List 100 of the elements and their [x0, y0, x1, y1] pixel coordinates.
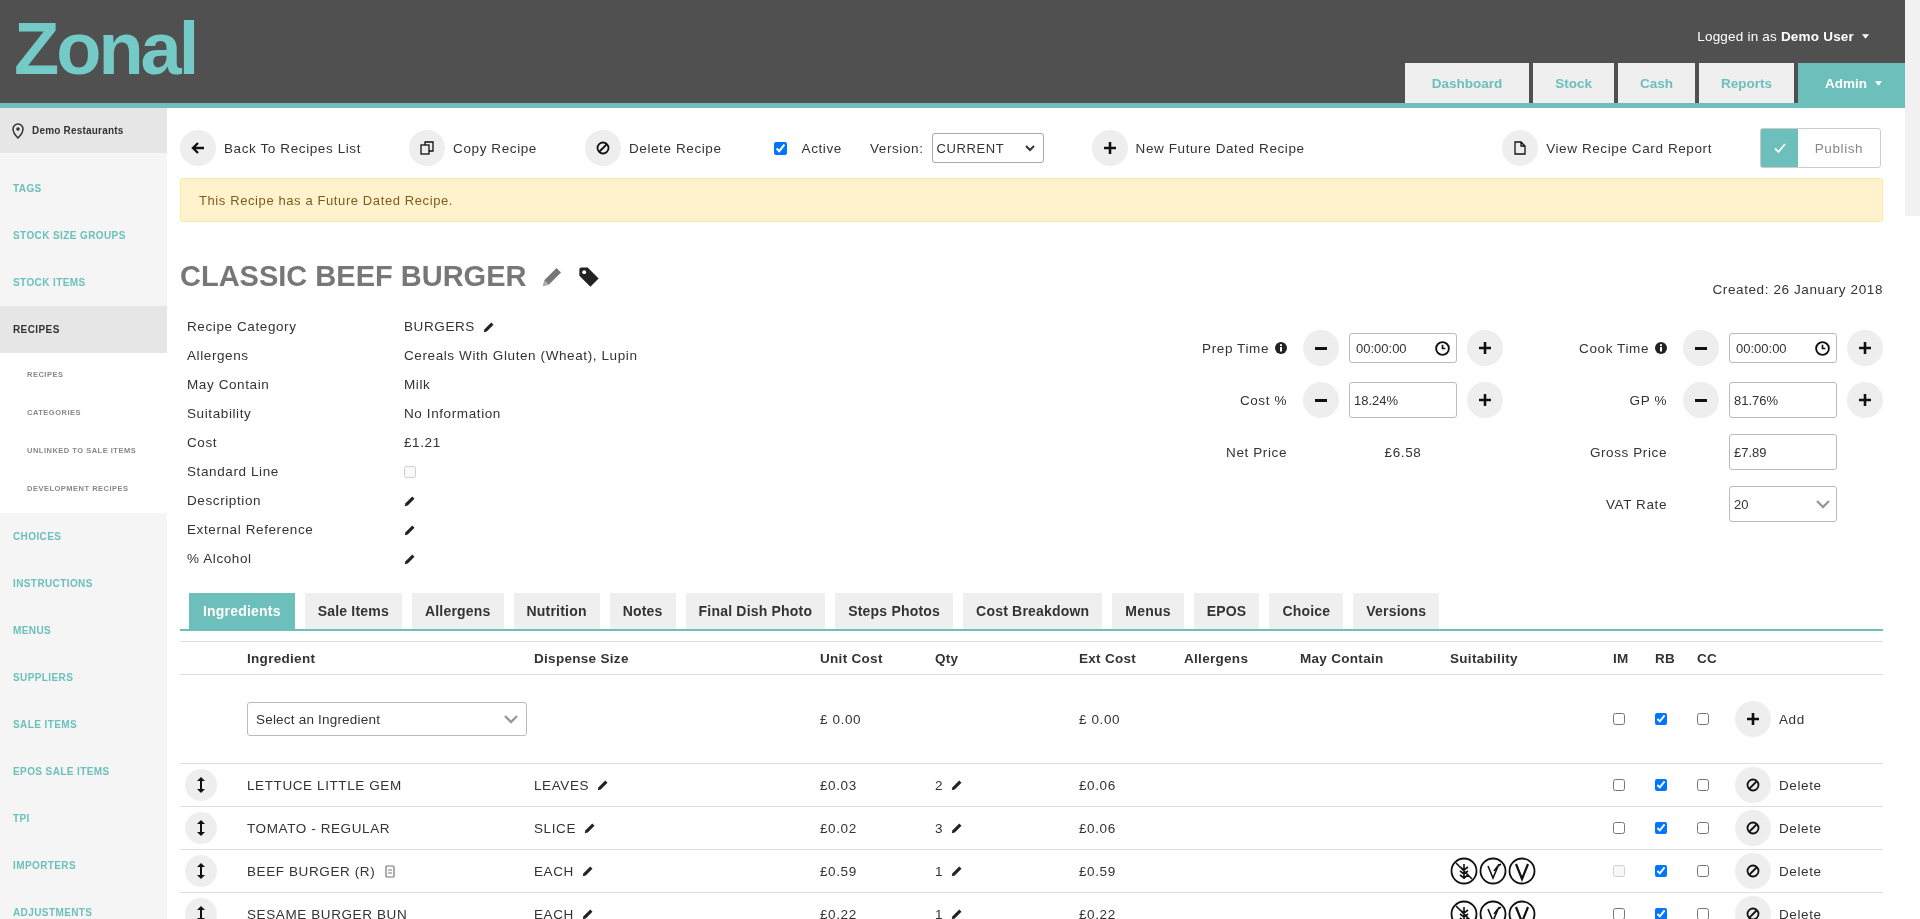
pencil-icon[interactable] — [951, 779, 964, 791]
version-select[interactable]: CURRENT — [931, 133, 1044, 163]
table-cell-text: £0.59 — [1079, 863, 1117, 879]
back-link[interactable]: Back To Recipes List — [224, 140, 362, 156]
time-field[interactable]: 00:00:00 — [1349, 333, 1457, 363]
checkbox[interactable] — [1655, 822, 1667, 834]
location-selector[interactable]: Demo Restaurants — [0, 108, 167, 153]
detail-label: Suitability — [187, 406, 253, 421]
increment-button[interactable] — [1847, 330, 1883, 366]
delete-link[interactable]: Delete — [1779, 863, 1822, 879]
tab[interactable]: Final Dish Photo — [685, 593, 826, 629]
increment-button[interactable] — [1847, 382, 1883, 418]
tab[interactable]: EPOS — [1193, 593, 1260, 629]
delete-button[interactable] — [1735, 810, 1771, 846]
report-button[interactable] — [1502, 130, 1539, 166]
pencil-icon[interactable] — [581, 908, 594, 919]
checkbox[interactable] — [1697, 865, 1709, 877]
checkbox[interactable] — [1613, 779, 1625, 791]
map-pin-icon — [12, 122, 24, 139]
checkbox[interactable] — [1613, 822, 1625, 834]
checkbox[interactable] — [1697, 713, 1709, 725]
checkbox[interactable] — [1697, 908, 1709, 919]
checkbox[interactable] — [1655, 779, 1667, 791]
delete-button[interactable] — [1735, 853, 1771, 889]
decrement-button[interactable] — [1683, 382, 1719, 418]
detail-label: Standard Line — [187, 464, 280, 479]
tag-icon[interactable] — [578, 265, 601, 288]
new-future-link[interactable]: New Future Dated Recipe — [1135, 140, 1305, 156]
checkbox[interactable] — [1655, 865, 1667, 877]
delete-link[interactable]: Delete — [1779, 906, 1822, 919]
table-cell-text: £0.22 — [1079, 906, 1117, 919]
checkbox[interactable] — [1655, 908, 1667, 919]
add-link[interactable]: Add — [1779, 711, 1805, 727]
delete-link[interactable]: Delete — [1779, 820, 1822, 836]
cost-percent-field[interactable]: 18.24% — [1349, 382, 1457, 418]
tab[interactable]: Notes — [609, 593, 676, 629]
time-field[interactable]: 00:00:00 — [1729, 333, 1837, 363]
decrement-button[interactable] — [1303, 382, 1339, 418]
report-link[interactable]: View Recipe Card Report — [1546, 140, 1712, 156]
table-cell-text: £0.03 — [820, 777, 858, 793]
detail-label: Allergens — [187, 348, 250, 363]
delete-link[interactable]: Delete Recipe — [628, 140, 722, 156]
decrement-button[interactable] — [1683, 330, 1719, 366]
detail-value: BURGERS — [404, 319, 475, 334]
delete-button[interactable] — [584, 130, 621, 166]
column-header: Ext Cost — [1079, 650, 1138, 666]
add-button[interactable] — [1735, 701, 1771, 737]
user-menu[interactable]: Logged in as Demo User — [1697, 29, 1869, 44]
gross-price-field[interactable]: £7.89 — [1729, 434, 1837, 470]
column-header: CC — [1697, 650, 1719, 666]
drag-handle[interactable] — [185, 855, 217, 887]
publish-toggle[interactable]: Publish — [1760, 128, 1881, 168]
logo[interactable]: Zonal — [14, 12, 197, 84]
sidebar-item[interactable]: RECIPES — [0, 306, 167, 353]
plus-icon — [1859, 342, 1871, 354]
pencil-icon[interactable] — [584, 822, 597, 834]
tab[interactable]: Cost Breakdown — [963, 593, 1103, 629]
created-date: Created: 26 January 2018 — [1712, 282, 1883, 297]
vat-rate-select[interactable]: 20 — [1729, 486, 1837, 522]
tab[interactable]: Steps Photos — [835, 593, 954, 629]
checkbox[interactable] — [1613, 908, 1625, 919]
minus-icon — [1695, 398, 1707, 402]
checkbox[interactable] — [1697, 822, 1709, 834]
tab[interactable]: Menus — [1112, 593, 1184, 629]
pencil-icon[interactable] — [404, 523, 416, 536]
back-button[interactable] — [180, 130, 216, 166]
tab[interactable]: Versions — [1353, 593, 1440, 629]
field-label: Net Price — [1225, 444, 1288, 460]
delete-link[interactable]: Delete — [1779, 777, 1822, 793]
ingredient-name: SESAME BURGER BUN — [247, 906, 408, 919]
ban-icon — [1746, 778, 1760, 792]
copy-button[interactable] — [409, 130, 446, 166]
pencil-icon[interactable] — [951, 865, 964, 877]
decrement-button[interactable] — [1303, 330, 1339, 366]
drag-handle[interactable] — [185, 812, 217, 844]
pencil-icon[interactable] — [951, 822, 964, 834]
active-checkbox[interactable] — [773, 141, 787, 155]
column-header: Qty — [935, 650, 960, 666]
increment-button[interactable] — [1467, 330, 1503, 366]
checkbox[interactable] — [1655, 713, 1667, 725]
pencil-icon[interactable] — [951, 908, 964, 919]
pencil-icon[interactable] — [597, 779, 610, 791]
delete-button[interactable] — [1735, 767, 1771, 803]
gp-percent-field[interactable]: 81.76% — [1729, 382, 1837, 418]
pencil-icon[interactable] — [482, 320, 495, 333]
tab[interactable]: Allergens — [411, 593, 504, 629]
ingredient-select[interactable]: Select an Ingredient — [247, 702, 527, 736]
tab[interactable]: Nutrition — [513, 593, 600, 629]
tab[interactable]: Sale Items — [304, 593, 402, 629]
checkbox[interactable] — [1613, 713, 1625, 725]
new-future-button[interactable] — [1091, 130, 1128, 166]
pencil-icon[interactable] — [404, 552, 416, 565]
pencil-icon[interactable] — [581, 865, 594, 877]
checkbox[interactable] — [1697, 779, 1709, 791]
detail-value: No Information — [404, 406, 501, 421]
pencil-icon[interactable] — [404, 494, 416, 507]
copy-link[interactable]: Copy Recipe — [453, 140, 537, 156]
drag-handle[interactable] — [185, 769, 217, 801]
tab[interactable]: Choice — [1269, 593, 1344, 629]
increment-button[interactable] — [1467, 382, 1503, 418]
